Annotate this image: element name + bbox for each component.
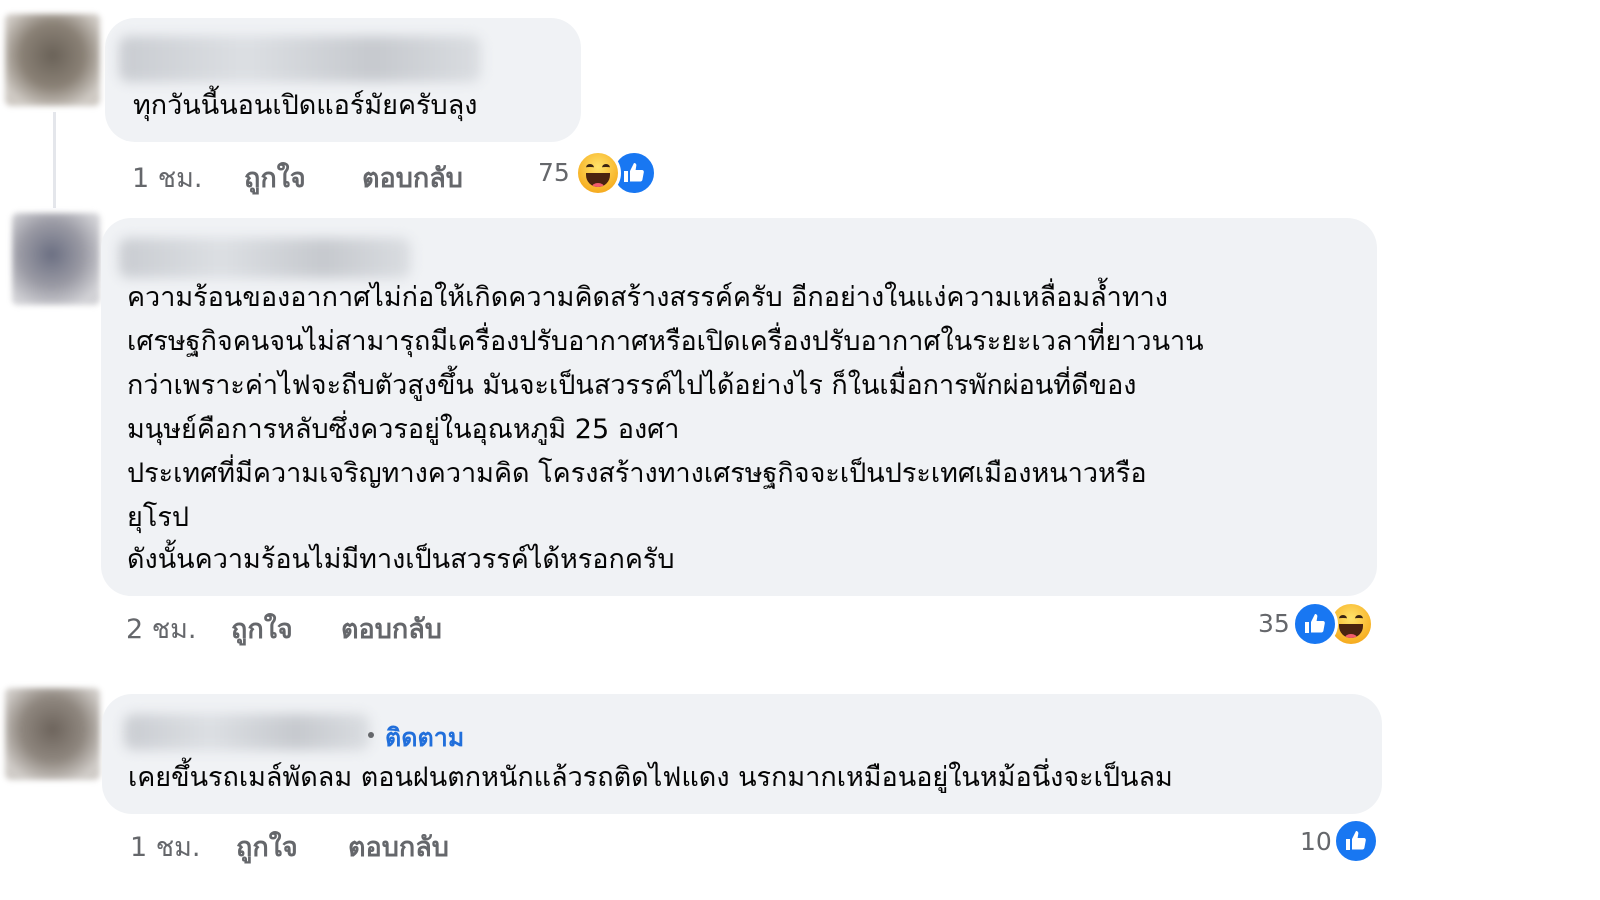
avatar[interactable]: [5, 688, 100, 780]
like-button-label: ถูกใจ: [231, 614, 293, 645]
comment-text-line: กว่าเพราะค่าไฟจะถีบตัวสูงขึ้น มันจะเป็นส…: [127, 370, 1137, 401]
comment-text-line: ยุโรป: [127, 502, 189, 533]
comment-text-line: มนุษย์คือการหลับซึ่งควรอยู่ในอุณหภูมิ 25…: [127, 414, 680, 445]
separator-dot: [368, 732, 374, 738]
comment-bubble: ติดตาม เคยขึ้นรถเมล์พัดลม ตอนฝนตกหนักแล้…: [102, 694, 1382, 814]
author-name[interactable]: [119, 238, 411, 278]
like-icon: [1333, 818, 1379, 864]
reply-button[interactable]: ตอบกลับ: [348, 825, 449, 868]
comment-bubble: ความร้อนของอากาศไม่ก่อให้เกิดความคิดสร้า…: [101, 218, 1377, 596]
like-icon: [1292, 601, 1338, 647]
like-button-label: ถูกใจ: [236, 832, 298, 863]
reply-button-label: ตอบกลับ: [348, 832, 449, 863]
follow-button[interactable]: ติดตาม: [385, 718, 464, 758]
author-name[interactable]: [124, 714, 370, 750]
like-button[interactable]: ถูกใจ: [244, 156, 306, 199]
haha-icon: [575, 150, 621, 196]
thread-line: [53, 112, 56, 208]
comment-text-line: ประเทศที่มีความเจริญทางความคิด โครงสร้าง…: [127, 458, 1147, 489]
comment-bubble: ทุกวันนี้นอนเปิดแอร์มัยครับลุง: [105, 18, 581, 142]
like-button-label: ถูกใจ: [244, 163, 306, 194]
avatar[interactable]: [5, 14, 100, 106]
comment-text-line: ความร้อนของอากาศไม่ก่อให้เกิดความคิดสร้า…: [127, 282, 1168, 313]
avatar[interactable]: [12, 213, 100, 305]
reply-button-label: ตอบกลับ: [341, 614, 442, 645]
comment-timestamp[interactable]: 2 ชม.: [126, 607, 196, 650]
reaction-count: 10: [1300, 827, 1332, 856]
like-button[interactable]: ถูกใจ: [236, 825, 298, 868]
comment-timestamp[interactable]: 1 ชม.: [132, 156, 202, 199]
reply-button-label: ตอบกลับ: [362, 163, 463, 194]
reply-button[interactable]: ตอบกลับ: [362, 156, 463, 199]
comment-text: เคยขึ้นรถเมล์พัดลม ตอนฝนตกหนักแล้วรถติดไ…: [128, 762, 1173, 793]
comment-text: ทุกวันนี้นอนเปิดแอร์มัยครับลุง: [133, 90, 478, 121]
reply-button[interactable]: ตอบกลับ: [341, 607, 442, 650]
like-button[interactable]: ถูกใจ: [231, 607, 293, 650]
author-name[interactable]: [119, 36, 481, 82]
reaction-count: 35: [1258, 609, 1290, 638]
comment-text-line: ดังนั้นความร้อนไม่มีทางเป็นสวรรค์ได้หรอก…: [127, 544, 675, 575]
comment-text-line: เศรษฐกิจคนจนไม่สามารุถมีเครื่องปรับอากาศ…: [127, 326, 1204, 357]
reaction-count: 75: [538, 158, 570, 187]
comment-timestamp[interactable]: 1 ชม.: [130, 825, 200, 868]
